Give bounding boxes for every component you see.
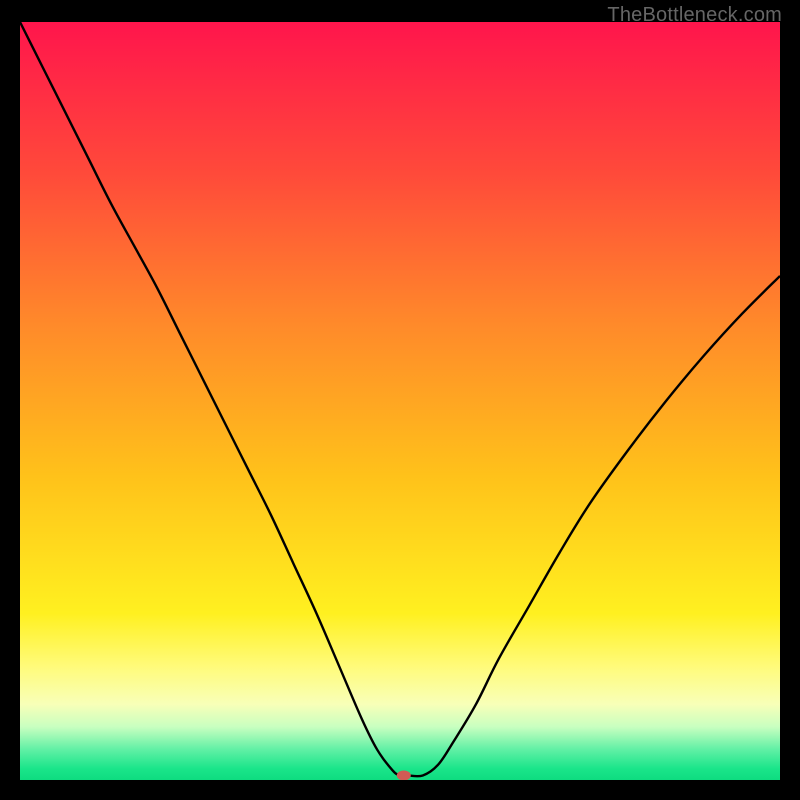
bottleneck-chart [20, 22, 780, 780]
watermark-label: TheBottleneck.com [607, 4, 782, 27]
optimal-point-marker [397, 770, 411, 780]
